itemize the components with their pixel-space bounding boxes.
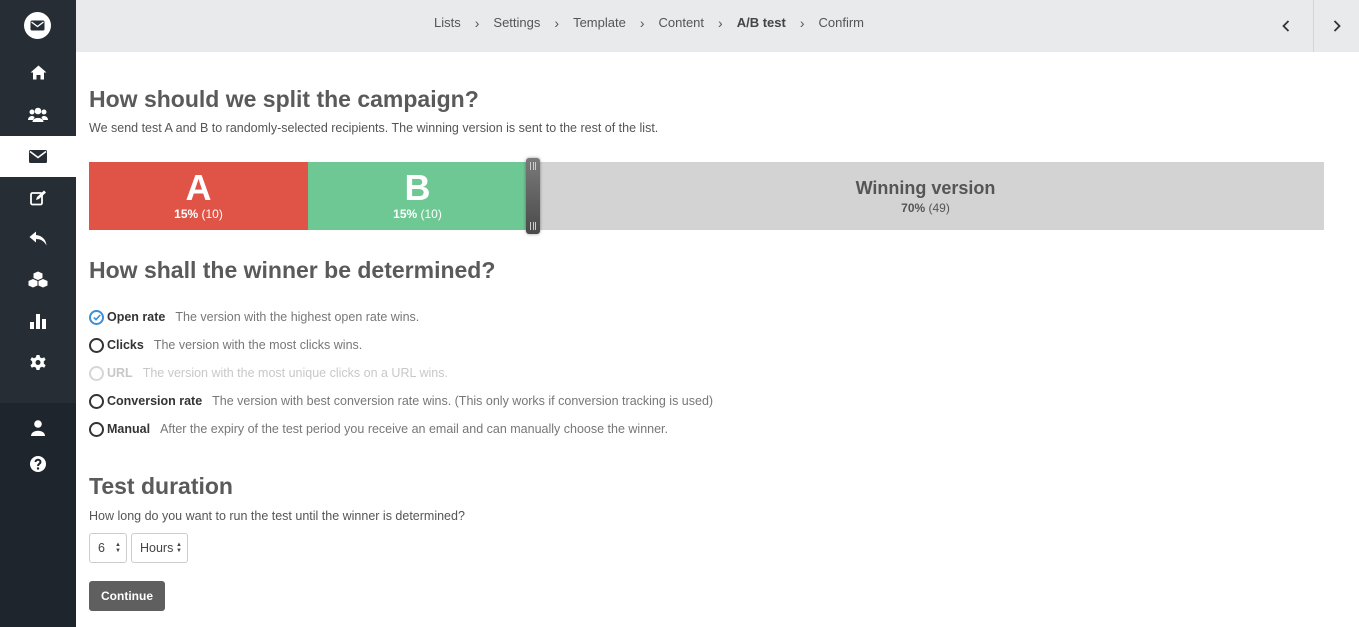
envelope-logo-icon[interactable] [24,12,51,39]
radio-icon[interactable] [89,393,104,409]
previous-step-button[interactable] [1263,0,1309,52]
option-hint: After the expiry of the test period you … [160,422,668,436]
option-hint: The version with best conversion rate wi… [212,394,714,408]
next-step-button[interactable] [1313,0,1359,52]
segment-winner: Winning version 70% (49) [527,162,1324,230]
split-slider-handle[interactable] [526,158,540,234]
breadcrumb-ab-test[interactable]: A/B test [737,15,786,30]
radio-icon[interactable] [89,337,104,353]
chevron-right-icon: › [474,14,480,31]
top-bar: Lists › Settings › Template › Content › … [76,0,1359,52]
segment-a-count: (10) [201,206,223,221]
option-url: URL The version with the most unique cli… [89,363,448,383]
chevron-left-icon [1282,20,1290,32]
split-description: We send test A and B to randomly-selecte… [89,121,659,135]
breadcrumb-lists[interactable]: Lists [434,15,461,30]
sidebar-item-home[interactable] [0,52,76,93]
radio-icon [89,365,104,381]
reply-icon [29,231,47,246]
sidebar-item-help[interactable] [0,443,76,484]
winner-heading: How shall the winner be determined? [89,257,496,283]
option-label: Clicks [107,338,144,352]
sidebar-item-account[interactable] [0,407,76,448]
sidebar-item-autoresponder[interactable] [0,218,76,259]
option-conversion-rate[interactable]: Conversion rate The version with best co… [89,391,713,411]
select-arrows-icon: ▲ ▼ [115,542,121,554]
sidebar-bottom [0,403,76,627]
option-hint: The version with the most unique clicks … [142,366,448,380]
continue-button[interactable]: Continue [89,581,165,611]
sidebar [0,0,76,627]
duration-value-select[interactable]: 6 ▲ ▼ [89,533,127,563]
cubes-icon [28,271,48,288]
duration-question: How long do you want to run the test unt… [89,509,465,523]
bar-chart-icon [30,313,46,329]
users-icon [28,107,48,122]
segment-winner-count: (49) [928,200,950,215]
option-hint: The version with the most clicks wins. [153,338,363,352]
option-label: Manual [107,422,151,436]
split-bar: A 15% (10) B 15% (10) Winning version 70… [89,158,1324,234]
option-open-rate[interactable]: Open rate The version with the highest o… [89,307,419,327]
breadcrumb: Lists › Settings › Template › Content › … [434,0,864,45]
segment-b-pct: 15% [393,206,418,221]
segment-a-pct: 15% [174,206,199,221]
duration-unit-select[interactable]: Hours ▲ ▼ [131,533,188,563]
option-manual[interactable]: Manual After the expiry of the test peri… [89,419,668,439]
option-hint: The version with the highest open rate w… [175,310,420,324]
envelope-icon [29,150,47,163]
breadcrumb-template[interactable]: Template [573,15,626,30]
help-icon [30,455,46,472]
segment-b-count: (10) [420,206,442,221]
duration-value: 6 [98,541,105,555]
sidebar-item-reports[interactable] [0,300,76,341]
segment-a-letter: A [185,166,212,208]
sidebar-item-integrations[interactable] [0,259,76,300]
breadcrumb-content[interactable]: Content [658,15,704,30]
breadcrumb-settings[interactable]: Settings [493,15,540,30]
sidebar-item-settings[interactable] [0,342,76,383]
option-clicks[interactable]: Clicks The version with the most clicks … [89,335,362,355]
edit-icon [29,190,46,205]
sidebar-item-contacts[interactable] [0,94,76,135]
chevron-right-icon: › [799,14,805,31]
segment-a-share: 15% (10) [174,207,223,221]
option-label: Open rate [107,310,166,324]
option-label: Conversion rate [107,394,203,408]
sidebar-item-campaigns[interactable] [0,136,76,177]
segment-winner-share: 70% (49) [901,201,950,215]
segment-winner-title: Winning version [855,177,996,198]
radio-checked-icon[interactable] [89,309,104,325]
chevron-right-icon: › [554,14,560,31]
sidebar-item-edit[interactable] [0,177,76,218]
duration-unit: Hours [140,541,174,555]
home-icon [30,65,46,80]
split-heading: How should we split the campaign? [89,86,479,112]
gear-icon [30,354,46,370]
option-label: URL [107,366,133,380]
chevron-right-icon: › [718,14,723,31]
radio-icon[interactable] [89,421,104,437]
user-icon [31,419,45,436]
select-arrows-icon: ▲ ▼ [176,542,182,554]
segment-b: B 15% (10) [308,162,527,230]
chevron-right-icon: › [639,14,645,31]
breadcrumb-confirm[interactable]: Confirm [819,15,865,30]
segment-b-share: 15% (10) [393,207,442,221]
segment-winner-pct: 70% [901,200,926,215]
segment-b-letter: B [404,166,431,208]
segment-a: A 15% (10) [89,162,308,230]
chevron-right-icon [1333,20,1341,32]
duration-heading: Test duration [89,473,233,499]
